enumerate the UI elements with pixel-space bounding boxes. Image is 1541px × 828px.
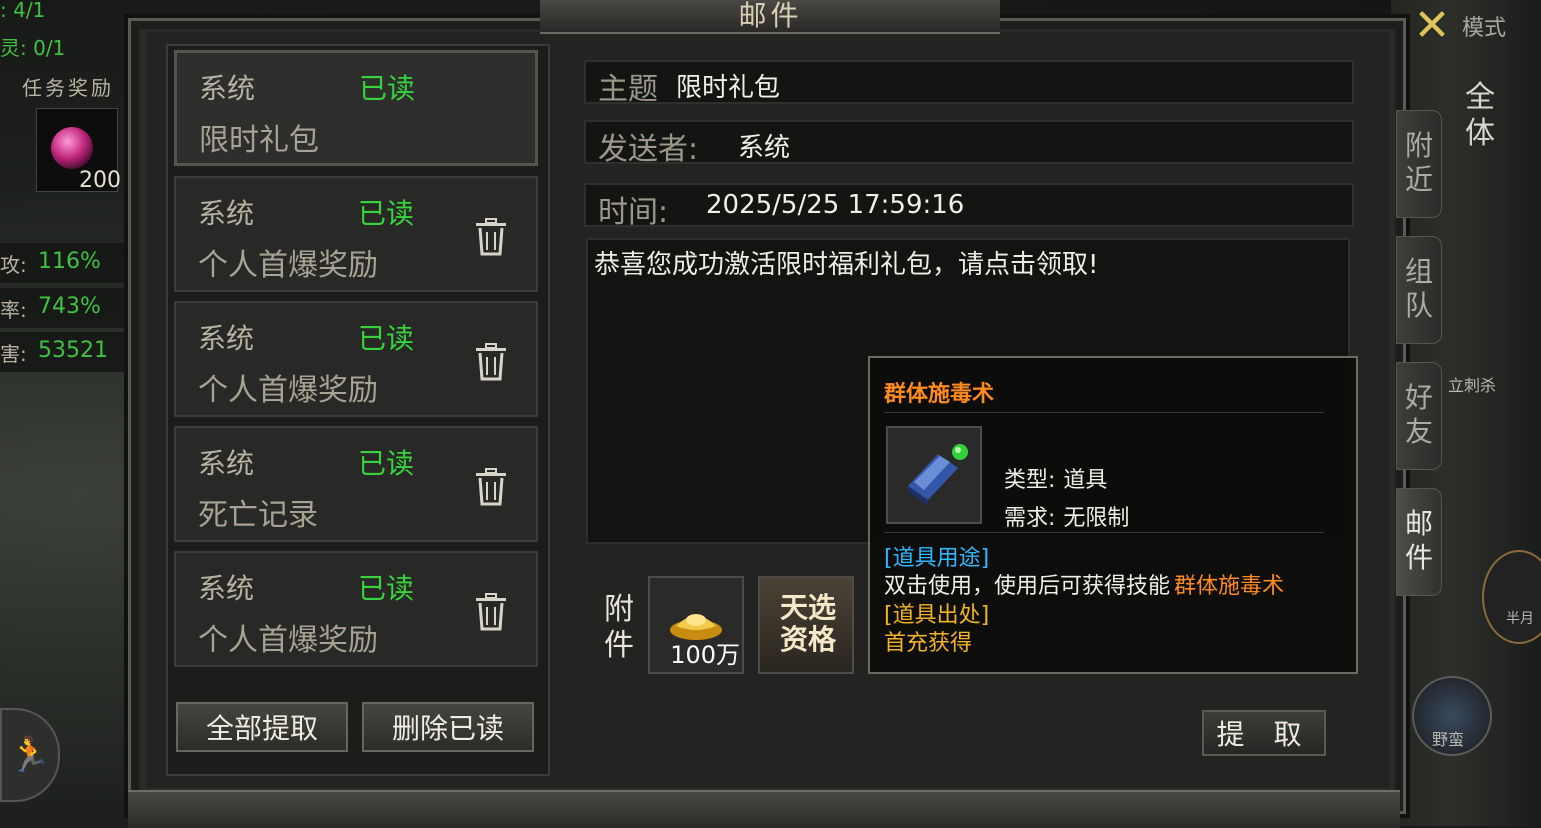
hud-line2: 灵: 0/1 [0,36,66,60]
mail-subject: 死亡记录 [198,498,318,533]
wild-label: 野蛮 [1432,730,1465,749]
time-field: 时间: 2025/5/25 17:59:16 [584,183,1354,230]
tooltip-requirement: 需求: 无限制 [1004,506,1130,531]
half-moon-label: 半月 [1506,611,1534,627]
mail-sender: 系统 [199,72,256,105]
collect-button[interactable]: 提 取 [1202,710,1326,756]
window-title: 邮件 [738,0,803,32]
sender-field: 发送者: 系统 [584,120,1354,167]
mail-subject: 个人首爆奖励 [198,248,378,283]
task-reward-label: 任务奖励 [22,76,114,100]
tab-friends[interactable]: 好友 [1396,362,1442,470]
stat-row: 害: 53521 [0,332,125,372]
mail-list-item[interactable]: 系统 已读 个人首爆奖励 [174,176,538,292]
attachment-text: 天选资格 [779,591,836,656]
run-icon[interactable]: 🏃 [0,708,60,802]
tooltip-divider [884,532,1324,533]
trash-icon[interactable] [474,468,508,506]
orb-count: 200 [79,168,121,193]
mail-status: 已读 [358,572,415,605]
attachment-slot[interactable]: 天选资格 [758,576,854,674]
subject-field: 主题 限时礼包 [584,60,1354,107]
subject-value: 限时礼包 [676,73,781,103]
tab-mail[interactable]: 邮件 [1396,488,1442,596]
usage-text: 双击使用，使用后可获得技能 群体施毒术 [884,574,1285,599]
delete-read-button[interactable]: 删除已读 [362,702,534,752]
attachment-amount: 100万 [670,641,740,669]
mail-status: 已读 [358,197,415,230]
sender-value: 系统 [738,133,791,163]
stat-row: 率: 743% [0,288,125,328]
tooltip-divider [884,412,1324,413]
time-label: 时间: [598,195,669,230]
trash-icon[interactable] [474,343,508,381]
trash-icon[interactable] [474,593,508,631]
tab-team[interactable]: 组队 [1396,236,1442,344]
tooltip-type: 类型: 道具 [1004,468,1108,493]
mail-status: 已读 [359,72,416,105]
mail-list-item[interactable]: 系统 已读 个人首爆奖励 [174,551,538,667]
mail-status: 已读 [358,447,415,480]
trash-icon[interactable] [474,218,508,256]
tooltip-title: 群体施毒术 [884,382,995,407]
mail-subject: 个人首爆奖励 [198,373,378,408]
mail-sender: 系统 [198,447,255,480]
mail-sender: 系统 [198,572,255,605]
mail-sender: 系统 [198,197,255,230]
tab-all[interactable]: 全体 [1462,80,1498,154]
mail-list-item[interactable]: 系统 已读 限时礼包 [174,50,538,166]
time-value: 2025/5/25 17:59:16 [706,190,965,220]
mail-body-text: 恭喜您成功激活限时福利礼包，请点击领取! [594,250,1099,280]
attachment-slot[interactable]: 100万 [648,576,744,674]
mail-list-item[interactable]: 系统 已读 个人首爆奖励 [174,301,538,417]
item-tooltip: 群体施毒术 类型: 道具 需求: 无限制 [道具用途] 双击使用，使用后可获得技能群… [868,356,1358,674]
source-text: 首充获得 [884,631,973,656]
attachment-label: 附件 [604,592,634,663]
frame-bottom-bar [128,790,1400,828]
usage-skill: 群体施毒术 [1174,574,1285,599]
mode-label: 模式 [1462,16,1507,41]
sender-label: 发送者: [598,132,699,167]
collect-all-button[interactable]: 全部提取 [176,702,348,752]
tab-nearby[interactable]: 附近 [1396,110,1442,218]
skill-label: 立刺杀 [1448,376,1497,395]
mail-subject: 个人首爆奖励 [198,623,378,658]
mail-sender: 系统 [198,322,255,355]
potion-orb-icon[interactable]: 200 [36,108,121,193]
left-hud: : 4/1 灵: 0/1 任务奖励 200 攻: 116% 率: 743% 害:… [0,0,130,826]
close-icon[interactable]: ✕ [1410,4,1454,48]
mail-list-item[interactable]: 系统 已读 死亡记录 [174,426,538,542]
subject-label: 主题 [598,72,658,107]
mail-status: 已读 [358,322,415,355]
stat-row: 攻: 116% [0,243,125,283]
mail-subject: 限时礼包 [199,123,319,158]
skill-book-icon [886,426,982,524]
